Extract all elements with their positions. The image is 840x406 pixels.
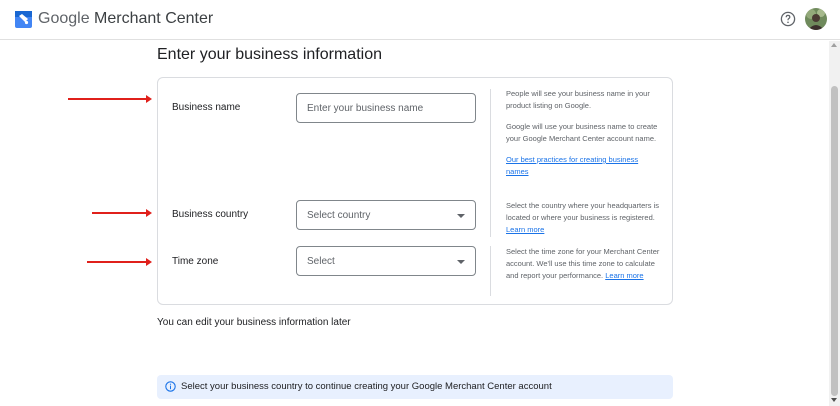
page-title: Enter your business information <box>157 46 382 63</box>
business-country-learn-more-link[interactable]: Learn more <box>506 225 544 234</box>
top-app-bar: Google Merchant Center <box>0 0 840 40</box>
help-divider-business-country <box>490 199 491 237</box>
business-country-help: Select the country where your headquarte… <box>506 200 661 236</box>
scroll-up-arrow-icon[interactable] <box>831 43 837 47</box>
time-zone-learn-more-link[interactable]: Learn more <box>605 271 643 280</box>
app-title-product: Merchant Center <box>94 10 214 27</box>
time-zone-label: Time zone <box>172 256 219 267</box>
info-icon <box>165 381 176 392</box>
scroll-thumb[interactable] <box>831 86 838 396</box>
time-zone-help: Select the time zone for your Merchant C… <box>506 246 661 282</box>
business-name-help: People will see your business name in yo… <box>506 88 661 178</box>
annotation-arrow-business-name <box>68 95 152 103</box>
business-country-value: Select country <box>307 210 371 221</box>
business-name-help-text-2: Google will use your business name to cr… <box>506 122 658 143</box>
dropdown-caret-icon <box>457 260 465 264</box>
time-zone-select[interactable]: Select <box>296 246 476 276</box>
scroll-down-arrow-icon[interactable] <box>831 398 837 402</box>
dropdown-caret-icon <box>457 214 465 218</box>
app-title[interactable]: Google Merchant Center <box>38 10 213 28</box>
info-banner-text: Select your business country to continue… <box>181 381 552 392</box>
help-circle-icon[interactable] <box>780 11 796 27</box>
business-country-label: Business country <box>172 209 249 220</box>
app-title-brand: Google <box>38 10 90 27</box>
business-country-select[interactable]: Select country <box>296 200 476 230</box>
help-divider-time-zone <box>490 246 491 296</box>
time-zone-value: Select <box>307 256 335 267</box>
business-name-best-practices-link[interactable]: Our best practices for creating business… <box>506 155 638 176</box>
merchant-center-logo-icon[interactable] <box>15 11 32 28</box>
annotation-arrow-business-country <box>92 209 152 217</box>
info-banner: Select your business country to continue… <box>157 375 673 399</box>
annotation-arrow-time-zone <box>87 258 152 266</box>
business-country-help-text: Select the country where your headquarte… <box>506 201 659 222</box>
business-name-label: Business name <box>172 102 241 113</box>
page-scrollbar[interactable] <box>829 41 840 406</box>
edit-later-note: You can edit your business information l… <box>157 317 351 328</box>
business-name-help-text-1: People will see your business name in yo… <box>506 89 650 110</box>
user-avatar[interactable] <box>805 8 827 30</box>
business-name-input[interactable] <box>296 93 476 123</box>
